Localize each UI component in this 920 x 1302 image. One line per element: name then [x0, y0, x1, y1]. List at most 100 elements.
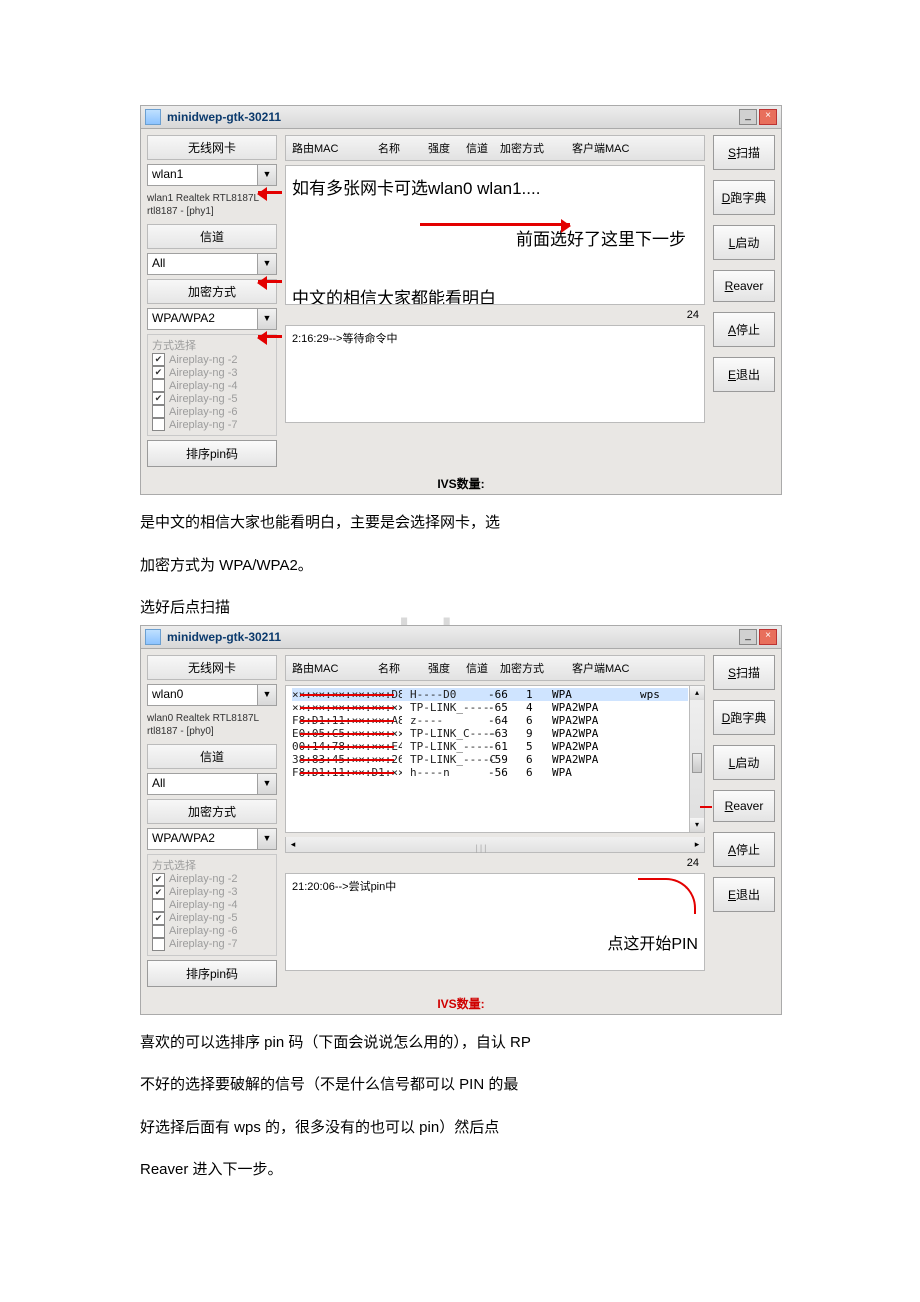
close-button[interactable]: ×	[759, 109, 777, 125]
dropdown-arrow-icon[interactable]: ▼	[257, 685, 276, 705]
exit-button[interactable]: E退出	[713, 877, 775, 912]
cell-mac: ××:××:××:××:××:××	[292, 701, 402, 714]
encrypt-dropdown[interactable]: WPA/WPA2 ▼	[147, 308, 277, 330]
method-label: Aireplay-ng -7	[169, 419, 237, 431]
col-channel: 信道	[466, 660, 500, 676]
scroll-down-icon[interactable]: ▾	[690, 818, 704, 832]
doc-paragraph: 是中文的相信大家也能看明白，主要是会选择网卡，选	[140, 509, 780, 538]
encrypt-label: 加密方式	[147, 799, 277, 824]
scan-button[interactable]: S扫描	[713, 135, 775, 170]
checkbox-icon[interactable]	[152, 899, 165, 912]
scroll-thumb[interactable]	[692, 753, 702, 773]
dropdown-arrow-icon[interactable]: ▼	[257, 774, 276, 794]
card-dropdown[interactable]: wlan0 ▼	[147, 684, 277, 706]
network-row[interactable]: 00:14:78:××:××:E4TP-LINK_-----615WPA2WPA	[292, 740, 688, 753]
checkbox-icon[interactable]	[152, 405, 165, 418]
scroll-left-icon[interactable]: ◂	[286, 839, 300, 850]
cell-name: TP-LINK_----	[410, 701, 480, 714]
method-option[interactable]: Aireplay-ng -4	[152, 379, 272, 392]
checkbox-icon[interactable]	[152, 886, 165, 899]
method-label: Aireplay-ng -5	[169, 912, 237, 924]
encrypt-dropdown[interactable]: WPA/WPA2 ▼	[147, 828, 277, 850]
method-option[interactable]: Aireplay-ng -2	[152, 873, 272, 886]
scroll-right-icon[interactable]: ▸	[690, 839, 704, 850]
cell-name: TP-LINK_C----	[410, 727, 480, 740]
reaver-button[interactable]: Reaver	[713, 270, 775, 302]
dict-button[interactable]: D跑字典	[713, 180, 775, 215]
dropdown-arrow-icon[interactable]: ▼	[257, 254, 276, 274]
method-list: Aireplay-ng -2Aireplay-ng -3Aireplay-ng …	[152, 353, 272, 431]
cell-name: TP-LINK_----C	[410, 753, 480, 766]
dict-button[interactable]: D跑字典	[713, 700, 775, 735]
start-button[interactable]: L启动	[713, 225, 775, 260]
dropdown-arrow-icon[interactable]: ▼	[257, 829, 276, 849]
network-row[interactable]: ××:××:××:××:××:××TP-LINK_-----654WPA2WPA	[292, 701, 688, 714]
method-option[interactable]: Aireplay-ng -3	[152, 366, 272, 379]
checkbox-icon[interactable]	[152, 392, 165, 405]
method-option[interactable]: Aireplay-ng -2	[152, 353, 272, 366]
col-name: 名称	[378, 140, 428, 156]
checkbox-icon[interactable]	[152, 912, 165, 925]
cell-channel: 6	[526, 753, 544, 766]
doc-paragraph: 好选择后面有 wps 的，很多没有的也可以 pin）然后点	[140, 1114, 780, 1143]
network-list[interactable]: 如有多张网卡可选wlan0 wlan1.... 前面选好了这里下一步 中文的相信…	[285, 165, 705, 305]
exit-button[interactable]: E退出	[713, 357, 775, 392]
method-option[interactable]: Aireplay-ng -5	[152, 392, 272, 405]
method-option[interactable]: Aireplay-ng -5	[152, 912, 272, 925]
cell-power: -66	[488, 688, 518, 701]
checkbox-icon[interactable]	[152, 353, 165, 366]
method-option[interactable]: Aireplay-ng -6	[152, 925, 272, 938]
dropdown-arrow-icon[interactable]: ▼	[257, 309, 276, 329]
encrypt-value: WPA/WPA2	[148, 829, 257, 849]
cell-mac: F8:D1:11:××:D1:××	[292, 766, 402, 779]
cell-encrypt: WPA2WPA	[552, 740, 632, 753]
checkbox-icon[interactable]	[152, 873, 165, 886]
checkbox-icon[interactable]	[152, 366, 165, 379]
reaver-button[interactable]: Reaver	[713, 790, 775, 822]
stop-button[interactable]: A停止	[713, 832, 775, 867]
scan-button[interactable]: S扫描	[713, 655, 775, 690]
method-option[interactable]: Aireplay-ng -6	[152, 405, 272, 418]
checkbox-icon[interactable]	[152, 925, 165, 938]
network-row[interactable]: ××:××:××:××:××:D8H----D0-661WPAwps	[292, 688, 688, 701]
start-button[interactable]: L启动	[713, 745, 775, 780]
cell-mac: 00:14:78:××:××:E4	[292, 740, 402, 753]
network-list[interactable]: ××:××:××:××:××:D8H----D0-661WPAwps××:××:…	[285, 685, 705, 833]
ivs-row: IVS数量:	[141, 993, 781, 1014]
method-group: 方式选择 Aireplay-ng -2Aireplay-ng -3Airepla…	[147, 334, 277, 436]
minimize-button[interactable]: _	[739, 109, 757, 125]
sort-pin-button[interactable]: 排序pin码	[147, 960, 277, 987]
sort-pin-button[interactable]: 排序pin码	[147, 440, 277, 467]
network-row[interactable]: 38:83:45:××:××:26TP-LINK_----C-596WPA2WP…	[292, 753, 688, 766]
channel-dropdown[interactable]: All ▼	[147, 773, 277, 795]
network-row[interactable]: F8:D1:11:××:××:A8z-----646WPA2WPA	[292, 714, 688, 727]
method-label: Aireplay-ng -5	[169, 393, 237, 405]
col-client: 客户端MAC	[572, 660, 698, 676]
cell-encrypt: WPA	[552, 688, 632, 701]
doc-paragraph: 不好的选择要破解的信号（不是什么信号都可以 PIN 的最	[140, 1071, 780, 1100]
method-option[interactable]: Aireplay-ng -7	[152, 418, 272, 431]
vertical-scrollbar[interactable]: ▴ ▾	[689, 686, 704, 832]
horizontal-scrollbar[interactable]: ◂ ▸	[285, 837, 705, 853]
card-value: wlan1	[148, 165, 257, 185]
cell-encrypt: WPA	[552, 766, 632, 779]
cell-channel: 9	[526, 727, 544, 740]
close-button[interactable]: ×	[759, 629, 777, 645]
scroll-up-icon[interactable]: ▴	[690, 686, 704, 700]
dropdown-arrow-icon[interactable]: ▼	[257, 165, 276, 185]
stop-button[interactable]: A停止	[713, 312, 775, 347]
status-line: 2:16:29-->等待命令中	[292, 330, 698, 346]
card-dropdown[interactable]: wlan1 ▼	[147, 164, 277, 186]
network-row[interactable]: F8:D1:11:××:D1:××h----n-566WPA	[292, 766, 688, 779]
checkbox-icon[interactable]	[152, 379, 165, 392]
cell-power: -59	[488, 753, 518, 766]
method-option[interactable]: Aireplay-ng -3	[152, 886, 272, 899]
cell-channel: 1	[526, 688, 544, 701]
checkbox-icon[interactable]	[152, 938, 165, 951]
channel-dropdown[interactable]: All ▼	[147, 253, 277, 275]
network-row[interactable]: E0:05:C5:××:××:××TP-LINK_C-----639WPA2WP…	[292, 727, 688, 740]
method-option[interactable]: Aireplay-ng -7	[152, 938, 272, 951]
checkbox-icon[interactable]	[152, 418, 165, 431]
minimize-button[interactable]: _	[739, 629, 757, 645]
method-option[interactable]: Aireplay-ng -4	[152, 899, 272, 912]
